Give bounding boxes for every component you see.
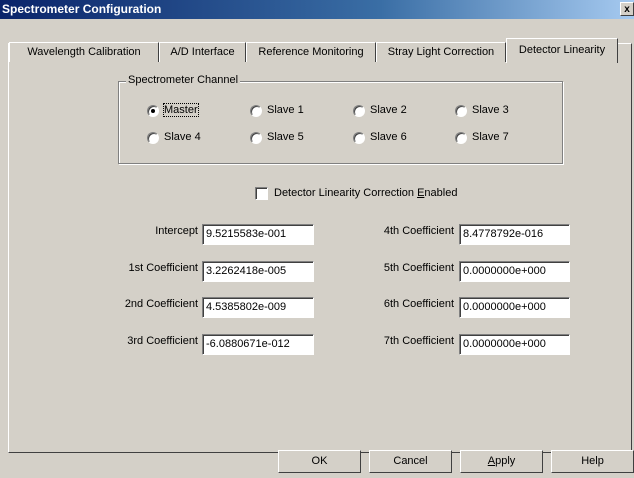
radio-icon: [250, 105, 262, 117]
coefficient-1-field[interactable]: 3.2262418e-005: [202, 261, 314, 282]
radio-icon: [147, 132, 159, 144]
radio-icon: [353, 105, 365, 117]
coefficient-5-field[interactable]: 0.0000000e+000: [459, 261, 570, 282]
radio-selected-icon: [147, 105, 159, 117]
coefficient-7-field[interactable]: 0.0000000e+000: [459, 334, 570, 355]
coefficient-2-label: 2nd Coefficient: [124, 298, 198, 310]
intercept-label: Intercept: [155, 225, 198, 237]
detector-linearity-enabled-label: Detector Linearity Correction Enabled: [274, 187, 458, 199]
coefficient-1-label: 1st Coefficient: [128, 262, 198, 274]
coefficient-6-field[interactable]: 0.0000000e+000: [459, 297, 570, 318]
window-title: Spectrometer Configuration: [2, 2, 162, 16]
coefficient-6-label: 6th Coefficient: [383, 298, 454, 310]
cancel-button[interactable]: Cancel: [369, 450, 452, 473]
ok-button[interactable]: OK: [278, 450, 361, 473]
apply-button[interactable]: Apply: [460, 450, 543, 473]
coefficient-3-label: 3rd Coefficient: [127, 335, 198, 347]
coefficient-4-field[interactable]: 8.4778792e-016: [459, 224, 570, 245]
coefficient-4-label: 4th Coefficient: [383, 225, 454, 237]
spectrometer-channel-label: Spectrometer Channel: [126, 74, 241, 86]
radio-icon: [455, 132, 467, 144]
title-bar: Spectrometer Configuration x: [0, 0, 634, 19]
tab-detector-linearity[interactable]: Detector Linearity: [506, 38, 618, 63]
intercept-field[interactable]: 9.5215583e-001: [202, 224, 314, 245]
tab-stray-light-correction[interactable]: Stray Light Correction: [376, 42, 506, 62]
spectrometer-channel-group: [118, 81, 563, 164]
tab-strip: Wavelength Calibration A/D Interface Ref…: [0, 19, 634, 63]
coefficient-3-field[interactable]: -6.0880671e-012: [202, 334, 314, 355]
coefficient-7-label: 7th Coefficient: [383, 335, 454, 347]
checkbox-icon: [255, 187, 268, 200]
coefficient-2-field[interactable]: 4.5385802e-009: [202, 297, 314, 318]
help-button[interactable]: Help: [551, 450, 634, 473]
tab-ad-interface[interactable]: A/D Interface: [159, 42, 246, 62]
coefficient-5-label: 5th Coefficient: [383, 262, 454, 274]
tab-reference-monitoring[interactable]: Reference Monitoring: [246, 42, 376, 62]
radio-icon: [455, 105, 467, 117]
tab-wavelength-calibration[interactable]: Wavelength Calibration: [9, 42, 159, 62]
close-icon[interactable]: x: [620, 2, 634, 16]
radio-icon: [353, 132, 365, 144]
radio-icon: [250, 132, 262, 144]
